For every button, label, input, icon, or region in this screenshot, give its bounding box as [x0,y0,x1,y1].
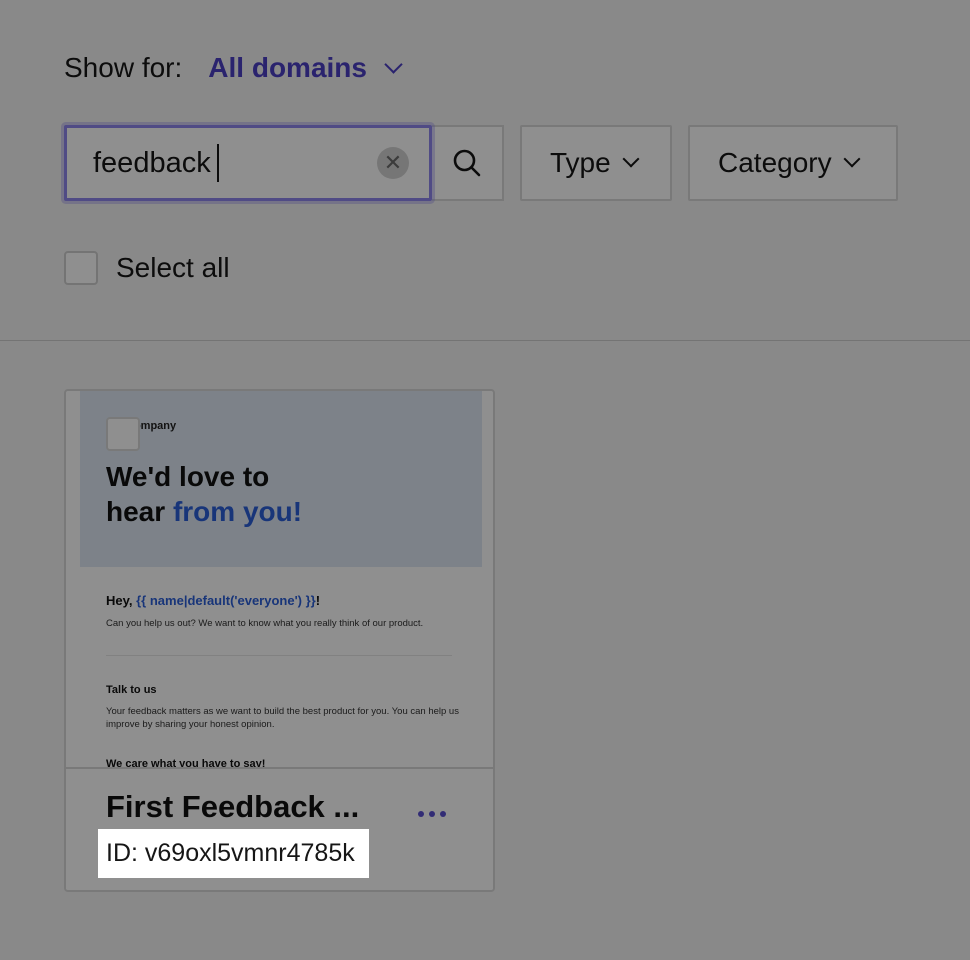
filters-panel: Show for: All domains ✕ Type Category [0,0,970,341]
domain-select-value: All domains [208,52,367,83]
select-all-checkbox[interactable] [64,251,98,285]
show-for-label: Show for: [64,52,183,83]
search-field: ✕ [64,125,432,201]
preview-divider [106,655,452,656]
more-options-button[interactable] [418,811,446,817]
template-card[interactable]: Company We'd love to hear from you! Hey,… [64,389,495,892]
category-dropdown-label: Category [718,147,832,178]
clear-icon: ✕ [383,150,403,175]
preview-talk-body: Your feedback matters as we want to buil… [106,706,459,730]
domain-select[interactable]: All domains [208,52,403,84]
more-horizontal-icon [418,811,424,817]
clear-search-button[interactable]: ✕ [377,147,409,179]
type-dropdown[interactable]: Type [520,125,672,201]
select-all-row[interactable]: Select all [64,251,230,285]
search-input[interactable] [91,145,365,181]
select-all-label: Select all [116,252,230,283]
preview-headline-highlight: from you! [172,496,303,527]
chevron-down-icon [384,54,403,74]
preview-greeting: Hey, {{ name|default('everyone') }}! [106,593,320,608]
search-row: ✕ Type Category [64,125,898,201]
preview-greeting-prefix: Hey, [106,593,133,608]
template-select-checkbox[interactable] [106,417,140,451]
preview-headline-line2: hear [106,496,166,527]
chevron-down-icon [843,150,861,168]
category-dropdown[interactable]: Category [688,125,898,201]
template-id-label: ID: v69oxl5vmnr4785k [98,829,369,878]
more-horizontal-icon [429,811,435,817]
more-horizontal-icon [440,811,446,817]
template-preview[interactable]: Company We'd love to hear from you! Hey,… [80,391,482,768]
template-title[interactable]: First Feedback ... [106,789,359,825]
search-button[interactable] [432,125,504,201]
preview-greeting-variable: {{ name|default('everyone') }} [136,593,316,608]
chevron-down-icon [622,150,640,168]
preview-headline-line1: We'd love to [106,461,270,492]
preview-headline: We'd love to hear from you! [106,459,302,529]
preview-intro: Can you help us out? We want to know wha… [106,618,424,629]
preview-greeting-suffix: ! [315,593,321,608]
type-dropdown-label: Type [550,147,611,178]
search-icon [453,149,481,177]
text-cursor [217,144,219,182]
show-for-row: Show for: All domains [64,52,403,84]
preview-talk-heading: Talk to us [106,684,157,696]
